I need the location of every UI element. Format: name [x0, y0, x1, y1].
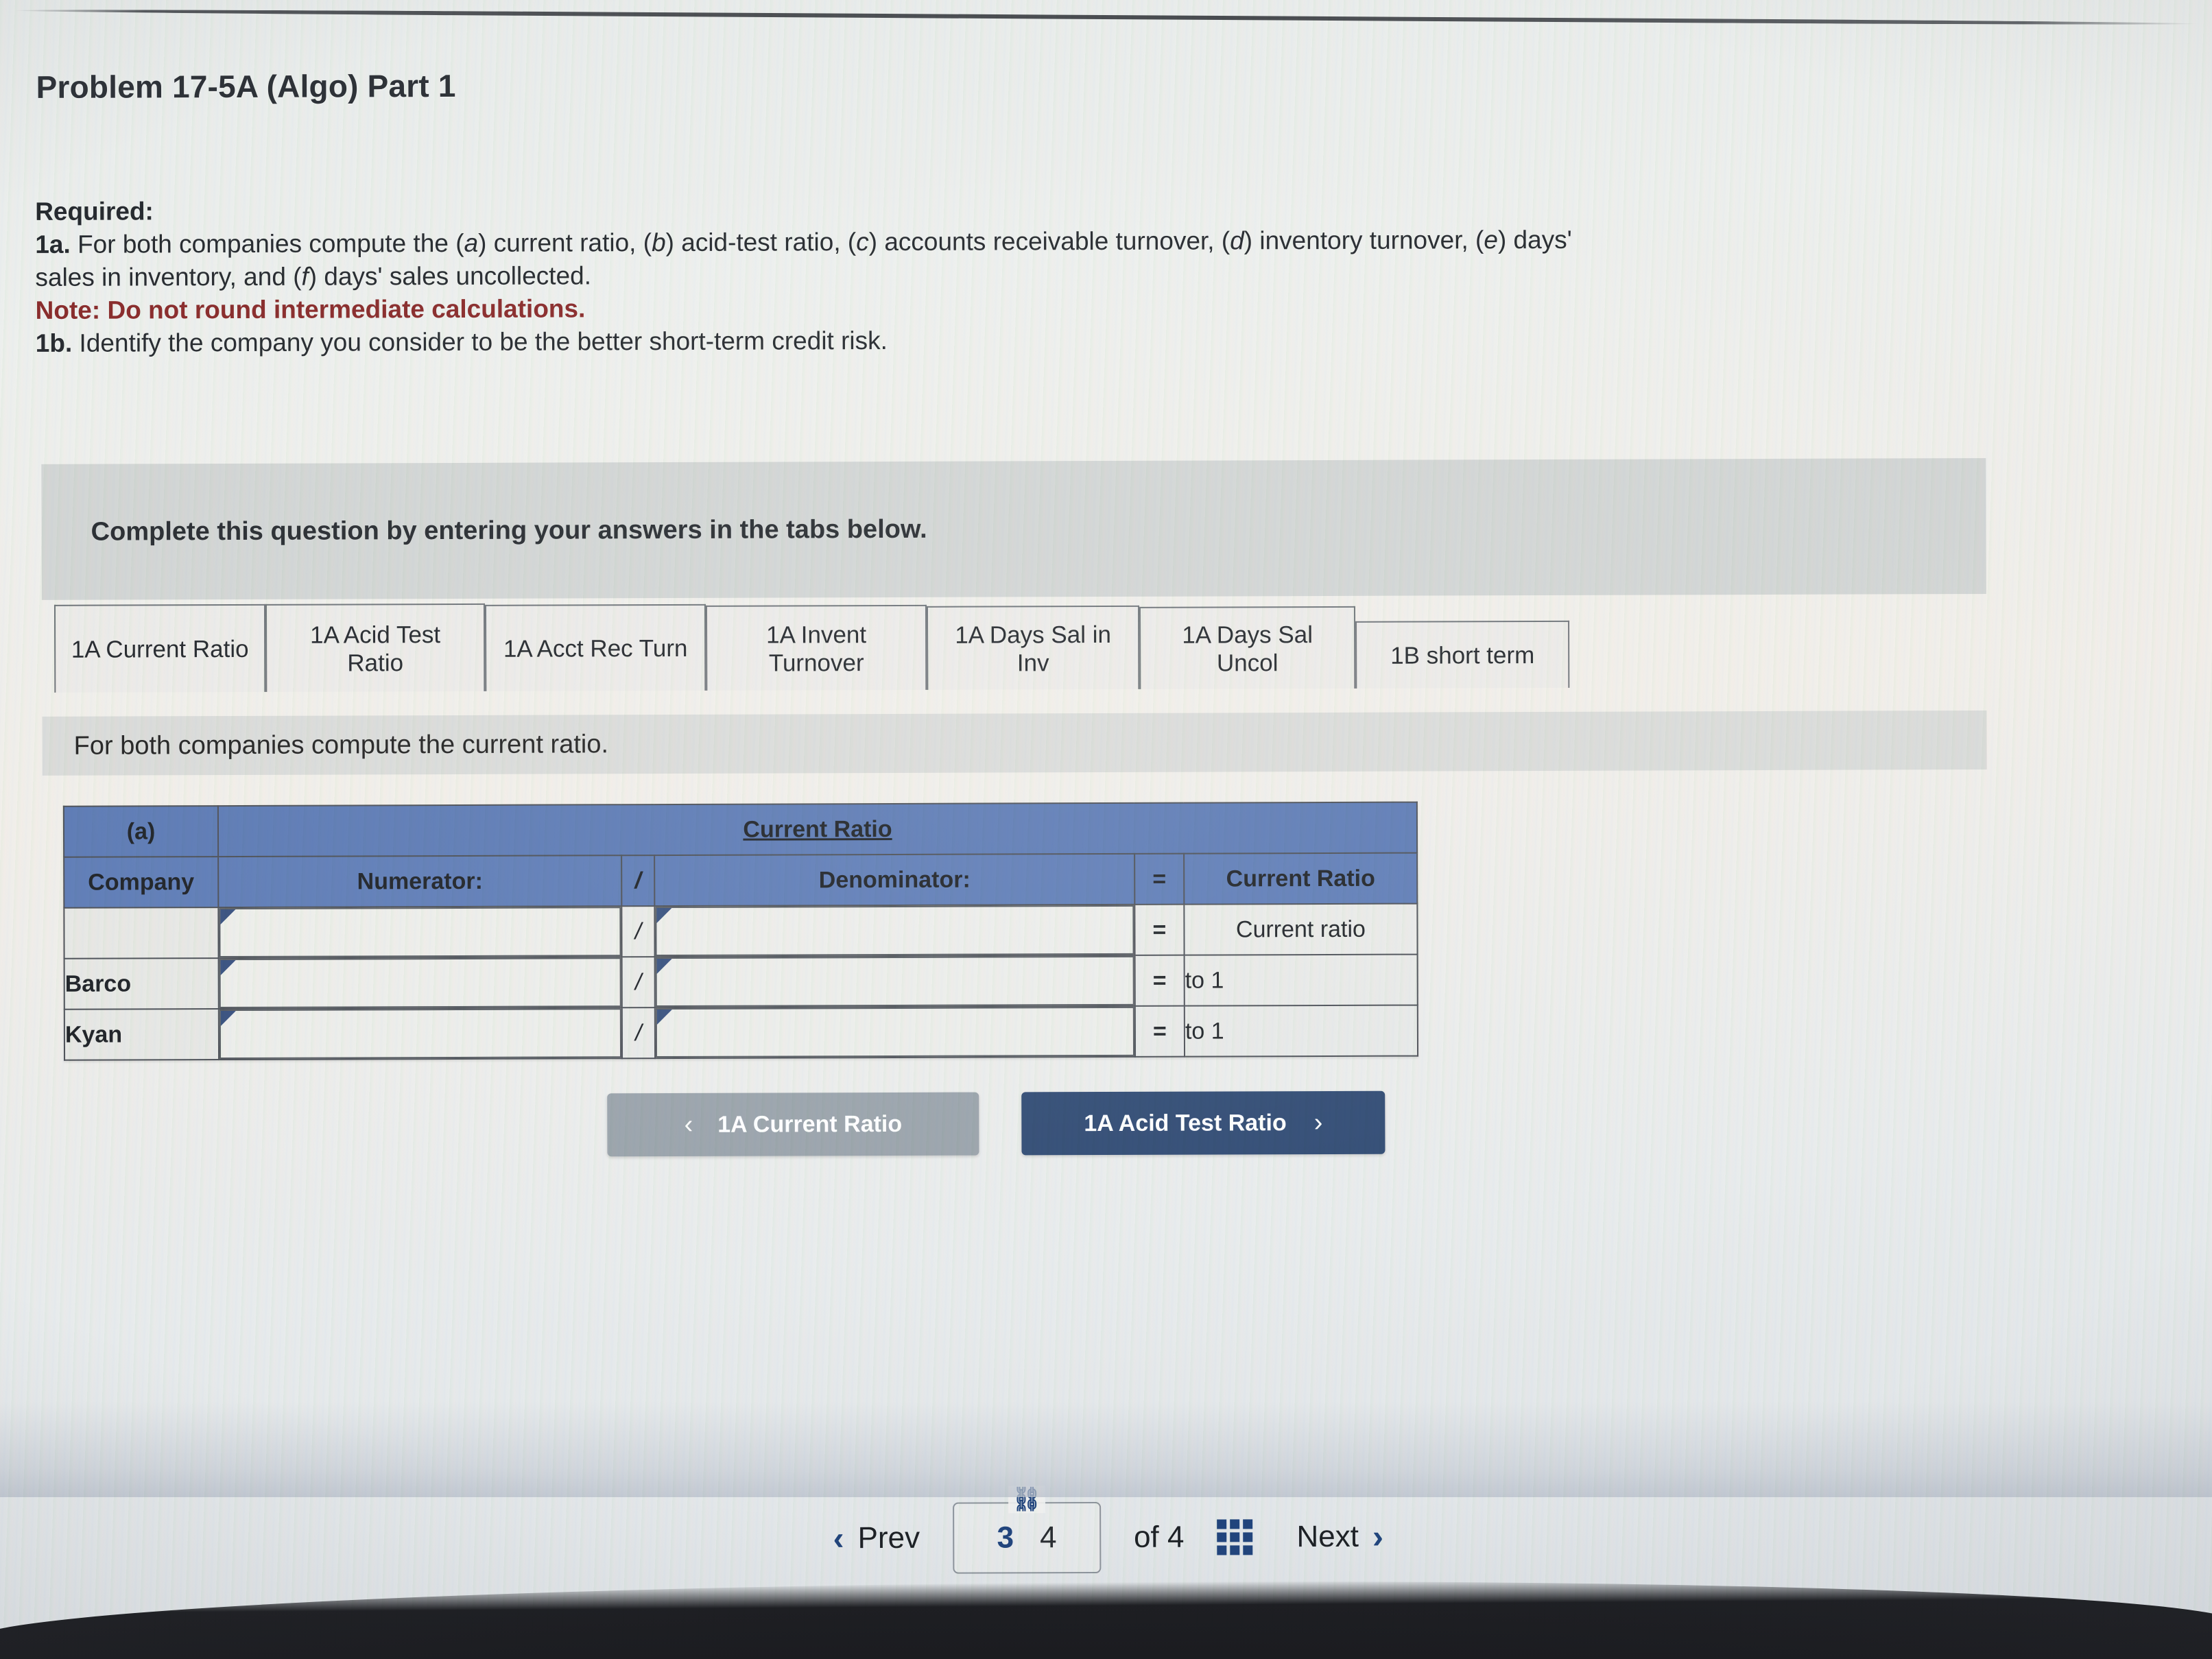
next-tab-button[interactable]: 1A Acid Test Ratio › [1021, 1090, 1386, 1156]
row-0-denominator-input[interactable] [655, 905, 1134, 957]
requirement-1a-label: 1a. [35, 230, 71, 259]
requirement-1a-text-5: ) inventory turnover, ( [1244, 226, 1484, 255]
row-2-company: Kyan [64, 1009, 219, 1060]
requirement-1a-var-e: e [1484, 226, 1498, 254]
photographed-screen: Problem 17-5A (Algo) Part 1 Required: 1a… [0, 0, 2212, 1659]
page-number-current[interactable]: 3 [997, 1520, 1014, 1555]
requirement-1b-label: 1b. [35, 329, 73, 358]
requirement-1a-text-6: ) days' [1497, 225, 1572, 254]
prev-page-label: Prev [857, 1520, 920, 1555]
table-row: Barco / = to 1 [64, 954, 1418, 1010]
table-title-text: Current Ratio [743, 815, 892, 843]
header-company: Company [64, 857, 219, 908]
homework-page: Problem 17-5A (Algo) Part 1 Required: 1a… [0, 0, 2212, 1659]
requirement-1a-text-2: ) current ratio, ( [478, 228, 652, 257]
row-0-equals: = [1134, 904, 1185, 955]
row-0-denominator-cell [654, 904, 1135, 957]
requirement-1a-cont-text-2: ) days' sales uncollected. [308, 261, 592, 291]
header-slash: / [621, 855, 655, 907]
row-0-slash: / [621, 906, 655, 957]
row-2-denominator-input[interactable] [655, 1006, 1135, 1058]
tab-1a-current-ratio[interactable]: 1A Current Ratio [53, 604, 266, 693]
row-0-company [64, 907, 219, 959]
tab-1b-short-term[interactable]: 1B short term [1355, 620, 1570, 689]
requirement-1a-text-1: For both companies compute the ( [70, 229, 464, 259]
table-title-cell: Current Ratio [217, 802, 1418, 857]
tab-1a-acid-test-ratio[interactable]: 1A Acid Test Ratio [265, 603, 486, 692]
requirement-1a-var-b: b [651, 228, 666, 257]
page-total-label: of 4 [1133, 1520, 1185, 1554]
header-result: Current Ratio [1184, 852, 1418, 905]
requirement-1a-var-c: c [856, 228, 869, 256]
tab-1a-days-sal-uncol[interactable]: 1A Days Sal Uncol [1139, 606, 1356, 689]
chevron-left-icon: ‹ [833, 1520, 844, 1557]
header-numerator: Numerator: [218, 855, 622, 908]
requirement-1a-var-f: f [301, 262, 309, 291]
chevron-right-icon: › [1313, 1108, 1323, 1137]
row-1-result-suffix: to 1 [1184, 954, 1418, 1006]
row-2-slash: / [621, 1007, 656, 1059]
sub-instruction-banner: For both companies compute the current r… [42, 710, 1987, 776]
row-1-equals: = [1134, 955, 1185, 1006]
row-2-denominator-cell [654, 1005, 1136, 1059]
next-page-button[interactable]: Next › [1296, 1518, 1383, 1555]
row-2-equals: = [1134, 1005, 1185, 1057]
instruction-banner: Complete this question by entering your … [41, 457, 1986, 600]
row-2-numerator-cell [218, 1007, 623, 1060]
row-2-numerator-input[interactable] [219, 1008, 622, 1060]
tab-1a-acct-rec-turn[interactable]: 1A Acct Rec Turn [484, 604, 706, 691]
part-label-cell: (a) [63, 806, 219, 857]
requirement-1a-text-3: ) acid-test ratio, ( [665, 228, 857, 257]
row-1-numerator-input[interactable] [219, 957, 621, 1009]
row-0-numerator-input[interactable] [219, 907, 621, 958]
prev-page-button[interactable]: ‹ Prev [833, 1519, 920, 1557]
row-1-denominator-cell [654, 955, 1135, 1008]
chevron-right-icon: › [1372, 1518, 1383, 1555]
row-0-numerator-cell [218, 906, 622, 959]
current-ratio-answer-table: (a) Current Ratio Company Numerator: / D… [63, 802, 1418, 1061]
requirement-1a-var-a: a [464, 228, 479, 258]
tab-1a-invent-turnover[interactable]: 1A Invent Turnover [705, 604, 927, 691]
table-header-row: Company Numerator: / Denominator: = Curr… [64, 852, 1418, 908]
page-indicator[interactable]: ⛓ 3 4 [952, 1485, 1102, 1574]
link-icon: ⛓ [1008, 1485, 1045, 1514]
header-denominator: Denominator: [654, 853, 1135, 907]
prev-tab-label: 1A Current Ratio [717, 1110, 903, 1138]
sub-instruction-text: For both companies compute the current r… [73, 729, 609, 761]
row-1-numerator-cell [218, 957, 622, 1010]
row-0-result-label: Current ratio [1184, 903, 1418, 955]
requirement-1b-text: Identify the company you consider to be … [72, 326, 888, 358]
prev-tab-button[interactable]: ‹ 1A Current Ratio [607, 1092, 979, 1157]
requirement-1a-text-4: ) accounts receivable turnover, ( [868, 226, 1230, 256]
page-number-next[interactable]: 4 [1040, 1520, 1057, 1555]
row-2-result-suffix: to 1 [1184, 1005, 1418, 1057]
tab-nav-pills: ‹ 1A Current Ratio 1A Acid Test Ratio › [607, 1090, 1386, 1157]
tab-1a-days-sal-in-inv[interactable]: 1A Days Sal in Inv [926, 605, 1140, 690]
row-1-denominator-input[interactable] [655, 955, 1134, 1007]
requirement-1a-var-d: d [1230, 226, 1244, 255]
required-block: Required: 1a. For both companies compute… [35, 189, 2176, 360]
header-equals: = [1134, 853, 1185, 905]
table-row: Kyan / = to 1 [64, 1005, 1418, 1060]
grid-view-icon[interactable] [1217, 1519, 1253, 1555]
next-page-label: Next [1296, 1519, 1359, 1554]
requirement-1b: 1b. Identify the company you consider to… [36, 320, 2176, 360]
row-1-company: Barco [64, 958, 219, 1010]
requirement-1a-cont-text-1: sales in inventory, and ( [35, 262, 302, 292]
page-title: Problem 17-5A (Algo) Part 1 [36, 67, 456, 105]
table-row: / = Current ratio [64, 903, 1418, 959]
pagination-bar: ‹ Prev ⛓ 3 4 of 4 Next › [2, 1485, 2212, 1577]
row-1-slash: / [621, 957, 655, 1008]
answer-tabs: 1A Current Ratio 1A Acid Test Ratio 1A A… [53, 600, 1570, 693]
next-tab-label: 1A Acid Test Ratio [1084, 1109, 1287, 1136]
instruction-banner-text: Complete this question by entering your … [91, 514, 927, 547]
table-title-row: (a) Current Ratio [63, 802, 1418, 857]
chevron-left-icon: ‹ [684, 1110, 693, 1139]
